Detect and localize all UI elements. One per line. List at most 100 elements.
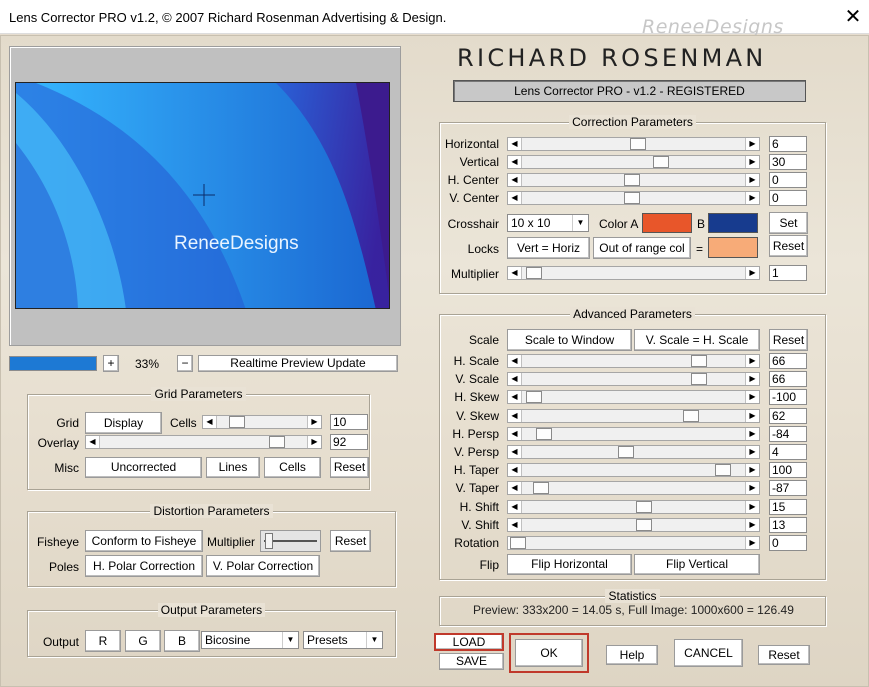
preview-watermark: ReneeDesigns: [174, 233, 299, 254]
horizontal-label: Horizontal: [444, 137, 499, 151]
flip-horizontal-button[interactable]: Flip Horizontal: [507, 554, 632, 575]
cells-button[interactable]: Cells: [264, 457, 321, 478]
color-a-label: Color A: [599, 217, 639, 231]
zoom-out-button[interactable]: −: [177, 355, 193, 372]
distortion-reset-button[interactable]: Reset: [330, 530, 371, 552]
h-shift-value[interactable]: 15: [769, 498, 807, 515]
h-taper-value[interactable]: 100: [769, 462, 807, 479]
horizontal-value[interactable]: 6: [769, 136, 807, 152]
cells-slider[interactable]: ◀ ▶: [202, 415, 322, 429]
h-center-value[interactable]: 0: [769, 172, 807, 188]
color-b-swatch[interactable]: [708, 213, 758, 233]
vertical-slider[interactable]: ◀ ▶: [507, 155, 760, 169]
v-polar-correction-button[interactable]: V. Polar Correction: [206, 555, 320, 577]
h-center-slider[interactable]: ◀ ▶: [507, 173, 760, 187]
main-reset-button[interactable]: Reset: [758, 645, 810, 665]
preview-artwork: [16, 83, 389, 308]
version-banner: Lens Corrector PRO - v1.2 - REGISTERED: [453, 80, 806, 102]
v-persp-label: V. Persp: [454, 445, 499, 459]
output-g-button[interactable]: G: [125, 630, 161, 652]
scale-to-window-button[interactable]: Scale to Window: [507, 329, 632, 351]
v-persp-value[interactable]: 4: [769, 444, 807, 460]
rotation-slider[interactable]: ◀▶: [507, 536, 760, 550]
correction-multiplier-label: Multiplier: [450, 267, 499, 281]
vert-equals-horiz-button[interactable]: Vert = Horiz: [507, 237, 590, 259]
distortion-parameters-title: Distortion Parameters: [150, 504, 273, 518]
load-button[interactable]: LOAD: [434, 633, 504, 651]
rotation-value[interactable]: 0: [769, 535, 807, 551]
v-center-value[interactable]: 0: [769, 190, 807, 206]
h-persp-slider[interactable]: ◀ ▶: [507, 426, 760, 441]
grid-label: Grid: [56, 416, 79, 430]
uncorrected-button[interactable]: Uncorrected: [85, 457, 202, 478]
v-scale-slider[interactable]: ◀ ▶: [507, 372, 760, 387]
out-of-range-color-button[interactable]: Out of range col: [593, 237, 691, 259]
grid-reset-button[interactable]: Reset: [330, 457, 369, 478]
h-scale-value[interactable]: 66: [769, 353, 807, 369]
v-persp-slider[interactable]: ◀ ▶: [507, 445, 760, 459]
v-skew-slider[interactable]: ◀ ▶: [507, 408, 760, 423]
h-skew-slider[interactable]: ◀ ▶: [507, 390, 760, 405]
correction-multiplier-value[interactable]: 1: [769, 265, 807, 281]
cancel-button[interactable]: CANCEL: [674, 639, 743, 667]
out-of-range-swatch[interactable]: [708, 237, 758, 258]
realtime-preview-toggle[interactable]: Realtime Preview Update: [198, 355, 398, 372]
grid-parameters-title: Grid Parameters: [151, 387, 246, 401]
v-shift-slider[interactable]: ◀ ▶: [507, 517, 760, 532]
help-button[interactable]: Help: [606, 645, 658, 665]
h-skew-value[interactable]: -100: [769, 389, 807, 406]
ok-button[interactable]: OK: [515, 639, 583, 667]
v-scale-equals-h-scale-button[interactable]: V. Scale = H. Scale: [634, 329, 760, 351]
crosshair-label: Crosshair: [447, 217, 499, 231]
flip-vertical-button[interactable]: Flip Vertical: [634, 554, 760, 575]
v-center-slider[interactable]: ◀ ▶: [507, 191, 760, 205]
poles-label: Poles: [48, 560, 79, 574]
advanced-parameters-title: Advanced Parameters: [570, 307, 695, 321]
v-scale-value[interactable]: 66: [769, 371, 807, 388]
window-title: Lens Corrector PRO v1.2, © 2007 Richard …: [9, 10, 447, 25]
scale-label: Scale: [468, 333, 499, 347]
v-taper-value[interactable]: -87: [769, 480, 807, 497]
statistics-text: Preview: 333x200 = 14.05 s, Full Image: …: [473, 603, 794, 617]
v-skew-value[interactable]: 62: [769, 407, 807, 424]
correction-multiplier-slider[interactable]: ◀ ▶: [507, 266, 760, 280]
statistics-title: Statistics: [605, 589, 660, 603]
overlay-slider[interactable]: ◀ ▶: [85, 435, 322, 449]
h-taper-slider[interactable]: ◀ ▶: [507, 463, 760, 478]
v-taper-slider[interactable]: ◀ ▶: [507, 481, 760, 496]
output-r-button[interactable]: R: [85, 630, 121, 652]
lines-button[interactable]: Lines: [206, 457, 260, 478]
presets-select[interactable]: Presets ▼: [303, 631, 383, 649]
h-shift-slider[interactable]: ◀ ▶: [507, 499, 760, 514]
preview-frame: ReneeDesigns: [9, 46, 401, 346]
conform-fisheye-button[interactable]: Conform to Fisheye: [85, 530, 203, 552]
h-scale-slider[interactable]: ◀ ▶: [507, 354, 760, 368]
correction-reset-button[interactable]: Reset: [769, 235, 808, 257]
v-shift-value[interactable]: 13: [769, 516, 807, 533]
h-taper-label: H. Taper: [453, 463, 499, 478]
h-polar-correction-button[interactable]: H. Polar Correction: [85, 555, 203, 577]
output-b-button[interactable]: B: [164, 630, 200, 652]
interpolation-select[interactable]: Bicosine ▼: [201, 631, 299, 649]
advanced-reset-button[interactable]: Reset: [769, 329, 808, 351]
h-persp-value[interactable]: -84: [769, 425, 807, 442]
h-scale-label: H. Scale: [453, 354, 499, 368]
close-icon[interactable]: ✕: [842, 4, 864, 28]
overlay-value[interactable]: 92: [330, 434, 368, 450]
grid-display-button[interactable]: Display: [85, 412, 162, 434]
multiplier-slider[interactable]: [260, 530, 321, 552]
cells-value[interactable]: 10: [330, 414, 368, 430]
zoom-in-button[interactable]: +: [103, 355, 119, 372]
zoom-level: 33%: [134, 357, 160, 371]
crosshair-select[interactable]: 10 x 10 ▼: [507, 214, 589, 232]
preview-image[interactable]: ReneeDesigns: [15, 82, 390, 309]
save-button[interactable]: SAVE: [439, 653, 504, 670]
crosshair-value: 10 x 10: [511, 216, 551, 230]
set-button[interactable]: Set: [769, 212, 808, 234]
progress-bar: [9, 356, 97, 371]
horizontal-slider[interactable]: ◀ ▶: [507, 137, 760, 151]
color-a-swatch[interactable]: [642, 213, 692, 233]
v-scale-label: V. Scale: [455, 372, 499, 387]
v-shift-label: V. Shift: [461, 517, 499, 532]
vertical-value[interactable]: 30: [769, 154, 807, 170]
